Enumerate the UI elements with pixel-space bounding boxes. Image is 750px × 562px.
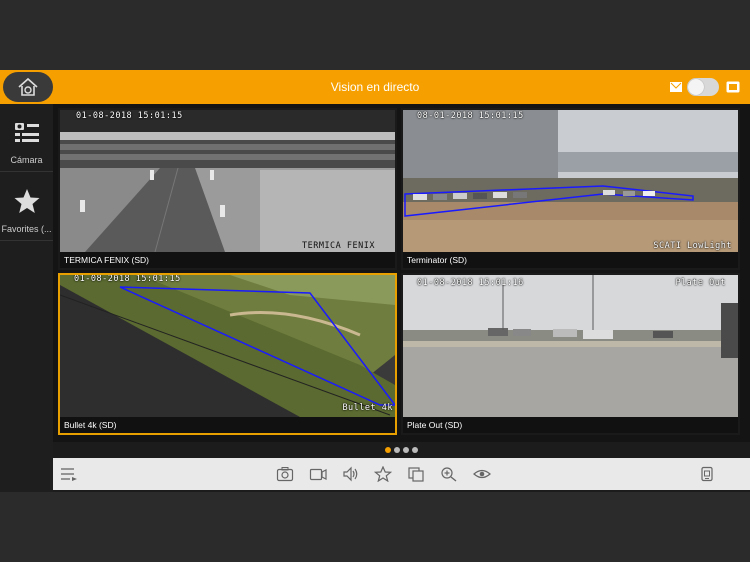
video-timestamp: 08-01-2018 15:01:15 [417,111,524,121]
camera-list-icon [15,123,39,142]
favorite-icon[interactable] [374,466,392,482]
sidebar: Cámara Favorites (... [0,104,53,492]
tile-caption: TERMICA FENIX (SD) [60,252,395,268]
video-tile-terminator[interactable]: 08-01-2018 15:01:15 SCATI LowLight Termi… [401,108,740,270]
camera-overlay-label: TERMICA FENIX [301,241,375,251]
top-bar: Vision en directo [0,70,750,104]
tile-caption: Terminator (SD) [403,252,738,268]
video-frame-image [403,275,738,417]
tile-caption: Plate Out (SD) [403,417,738,433]
menu-icon[interactable] [60,466,78,482]
video-timestamp: 01-08-2018 15:01:15 [76,111,183,121]
bottom-toolbar [53,458,750,490]
page-dot-2[interactable] [394,447,400,453]
video-tile-plate-out[interactable]: 01-08-2018 15:01:16 Plate Out Plate Out … [401,273,740,435]
live-toggle[interactable] [687,78,719,96]
snapshot-icon[interactable] [276,466,294,482]
device-icon[interactable] [698,466,716,482]
sidebar-item-label: Favorites (... [1,224,52,234]
message-icon[interactable] [670,82,682,92]
video-feed[interactable]: 01-08-2018 15:01:15 TERMICA FENIX [60,110,395,252]
page-dot-3[interactable] [403,447,409,453]
camera-view-icon[interactable] [726,81,740,93]
star-icon [14,189,40,213]
video-tile-bullet-4k[interactable]: 01-08-2018 15:01:15 Bullet 4k Bullet 4k … [58,273,397,435]
toggle-knob [688,79,704,95]
tile-caption: Bullet 4k (SD) [60,417,395,433]
copy-icon[interactable] [407,466,425,482]
sidebar-item-label: Cámara [10,155,43,165]
page-dot-1[interactable] [385,447,391,453]
record-icon[interactable] [309,466,327,482]
camera-overlay-label: SCATI LowLight [653,241,732,251]
camera-overlay-label: Bullet 4k [342,403,393,413]
video-frame-image [60,110,395,252]
zoom-in-icon[interactable] [440,466,458,482]
video-timestamp: 01-08-2018 15:01:15 [74,275,181,284]
video-feed[interactable]: 01-08-2018 15:01:15 Bullet 4k [60,275,395,417]
video-feed[interactable]: 01-08-2018 15:01:16 Plate Out [403,275,738,417]
video-frame-image [60,275,395,417]
app-window: Vision en directo Cámara Favorites (... … [0,70,750,492]
camera-overlay-label: Plate Out [675,278,726,288]
video-feed[interactable]: 08-01-2018 15:01:15 SCATI LowLight [403,110,738,252]
video-grid: 01-08-2018 15:01:15 TERMICA FENIX TERMIC… [53,104,750,442]
page-indicator [53,442,750,458]
sidebar-item-camera[interactable]: Cámara [0,104,53,172]
video-tile-termica-fenix[interactable]: 01-08-2018 15:01:15 TERMICA FENIX TERMIC… [58,108,397,270]
page-dot-4[interactable] [412,447,418,453]
video-frame-image [403,110,738,252]
video-timestamp: 01-08-2018 15:01:16 [417,278,524,288]
sidebar-item-favorites[interactable]: Favorites (... [0,173,53,241]
device-frame: Vision en directo Cámara Favorites (... … [0,0,750,562]
page-title: Vision en directo [330,80,420,94]
audio-icon[interactable] [342,466,360,482]
view-icon[interactable] [473,466,491,482]
